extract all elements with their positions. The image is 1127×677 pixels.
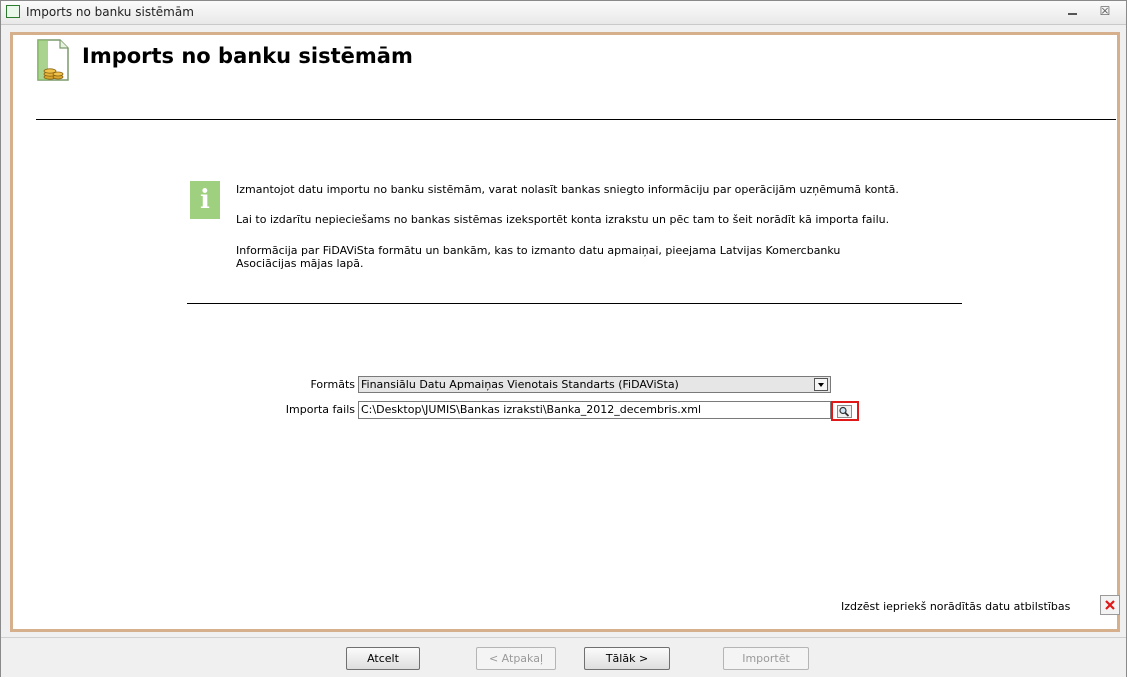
import-file-input[interactable]: C:\Desktop\JUMIS\Bankas izraksti\Banka_2…: [358, 401, 831, 419]
title-bar: Imports no banku sistēmām ☒: [1, 1, 1126, 25]
info-text-line-3b: Asociācijas mājas lapā.: [236, 257, 364, 270]
browse-button-frame: [837, 405, 852, 418]
next-button[interactable]: Tālāk >: [584, 647, 670, 670]
magnifier-icon: [839, 406, 850, 417]
import-file-label: Importa fails: [285, 403, 355, 416]
document-coins-icon: [37, 39, 69, 81]
page-title: Imports no banku sistēmām: [82, 44, 413, 68]
bottom-button-bar: Atcelt < Atpakaļ Tālāk > Importēt: [1, 637, 1126, 677]
clear-mappings-button[interactable]: [1100, 595, 1120, 615]
format-selected-value: Finansiālu Datu Apmaiņas Vienotais Stand…: [361, 378, 679, 391]
format-select[interactable]: Finansiālu Datu Apmaiņas Vienotais Stand…: [358, 376, 831, 393]
info-text-line-2: Lai to izdarītu nepieciešams no bankas s…: [236, 213, 890, 226]
back-button[interactable]: < Atpakaļ: [476, 647, 556, 670]
info-icon: i: [190, 181, 220, 219]
chevron-down-icon[interactable]: [814, 378, 828, 391]
close-button[interactable]: ☒: [1098, 4, 1112, 18]
import-window: Imports no banku sistēmām ☒ Imports no b…: [0, 0, 1127, 677]
minimize-button[interactable]: [1066, 5, 1080, 19]
main-panel: Imports no banku sistēmām i Izmantojot d…: [13, 35, 1120, 629]
cancel-button[interactable]: Atcelt: [346, 647, 420, 670]
info-divider: [187, 303, 962, 304]
header-divider: [36, 119, 1116, 120]
clear-mappings-label: Izdzēst iepriekš norādītās datu atbilstī…: [841, 600, 1071, 613]
format-label: Formāts: [310, 378, 356, 391]
browse-file-button[interactable]: [831, 401, 859, 421]
red-x-icon: [1105, 600, 1115, 610]
window-title: Imports no banku sistēmām: [26, 5, 194, 19]
import-button[interactable]: Importēt: [723, 647, 809, 670]
info-text-line-1: Izmantojot datu importu no banku sistēmā…: [236, 183, 899, 196]
app-icon: [6, 5, 20, 18]
info-text-line-3a: Informācija par FiDAViSta formātu un ban…: [236, 244, 841, 257]
